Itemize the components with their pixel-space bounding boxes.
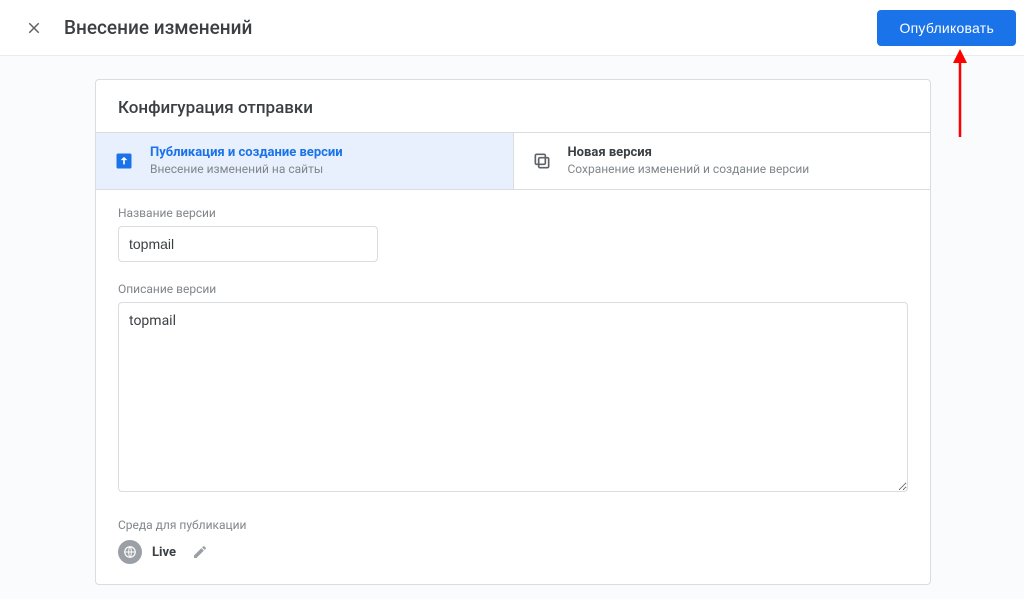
tab-heading: Новая версия	[568, 145, 810, 162]
globe-icon	[118, 540, 142, 564]
tab-sub: Сохранение изменений и создание версии	[568, 162, 810, 178]
annotation-arrow-icon	[953, 49, 967, 137]
card-body: Название версии Описание версии Среда дл…	[96, 190, 930, 584]
config-card: Конфигурация отправки Публикация и созда…	[95, 79, 931, 585]
tab-newversion[interactable]: Новая версия Сохранение изменений и созд…	[513, 133, 931, 189]
tab-heading: Публикация и создание версии	[150, 145, 343, 162]
card-title: Конфигурация отправки	[96, 80, 930, 132]
version-desc-block: Описание версии	[118, 282, 908, 496]
env-name: Live	[152, 545, 176, 560]
env-block: Среда для публикации Live	[118, 518, 908, 564]
env-label: Среда для публикации	[118, 518, 908, 532]
tab-text: Публикация и создание версии Внесение из…	[150, 145, 343, 177]
version-desc-textarea[interactable]	[118, 302, 908, 492]
tab-sub: Внесение изменений на сайты	[150, 162, 343, 178]
header: Внесение изменений Опубликовать	[0, 0, 1024, 56]
upload-icon	[114, 151, 134, 171]
env-row: Live	[118, 540, 908, 564]
copy-icon	[532, 151, 552, 171]
page-root: Внесение изменений Опубликовать Конфигур…	[0, 0, 1024, 599]
version-name-input[interactable]	[118, 226, 378, 262]
tabs: Публикация и создание версии Внесение из…	[96, 132, 930, 190]
tab-publish[interactable]: Публикация и создание версии Внесение из…	[96, 133, 513, 189]
publish-button[interactable]: Опубликовать	[877, 10, 1016, 46]
version-name-label: Название версии	[118, 206, 908, 220]
pencil-icon[interactable]	[192, 544, 208, 560]
tab-text: Новая версия Сохранение изменений и созд…	[568, 145, 810, 177]
close-icon[interactable]	[14, 8, 54, 48]
version-desc-label: Описание версии	[118, 282, 908, 296]
page-title: Внесение изменений	[64, 16, 877, 39]
